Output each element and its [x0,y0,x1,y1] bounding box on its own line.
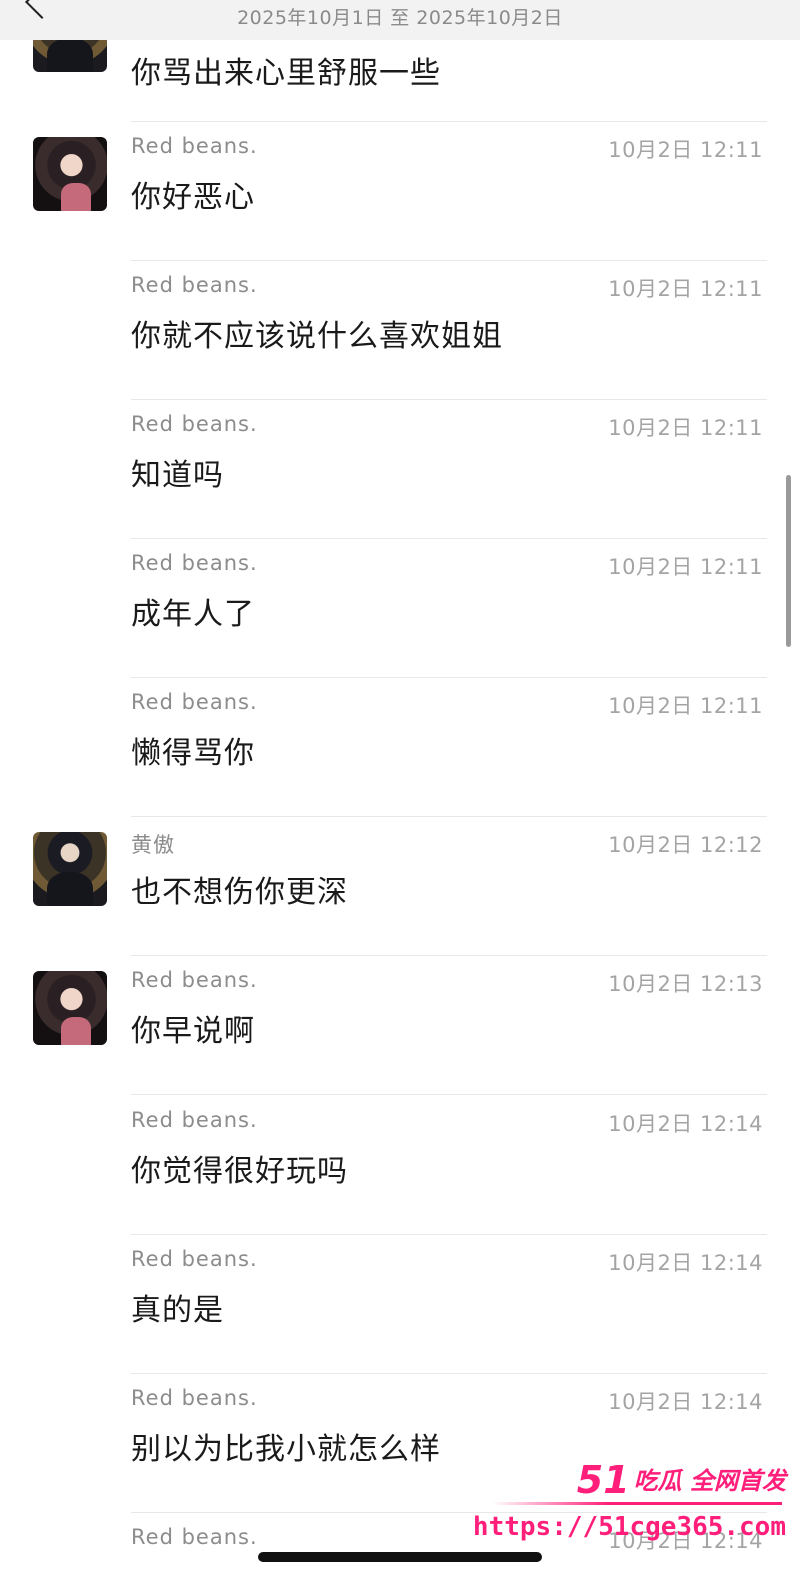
message-text: 你就不应该说什么喜欢姐姐 [131,319,503,354]
message-time: 10月2日 12:11 [608,416,763,440]
sender-name: Red beans. [131,412,258,436]
message-text: 也不想伤你更深 [131,875,348,910]
scrollbar[interactable] [786,475,791,647]
message-text: 成年人了 [131,597,255,632]
message-text: 真的是 [131,1293,224,1328]
watermark-number: 51 [576,1458,630,1502]
message-text: 你早说啊 [131,1014,255,1049]
message-time: 10月2日 12:11 [608,555,763,579]
message-text: 你骂出来心里舒服一些 [131,56,441,91]
top-bar: 2025年10月1日 至 2025年10月2日 [0,0,800,40]
watermark-url: https://51cge365.com [472,1512,786,1542]
avatar[interactable] [33,832,107,906]
watermark-tagline: 吃瓜 全网首发 [633,1467,786,1495]
watermark: 51 吃瓜 全网首发 https://51cge365.com [473,1458,792,1563]
message-item: Red beans. 10月2日 12:11 知道吗 [0,400,800,539]
message-time: 10月2日 12:14 [608,1251,763,1275]
message-item: 黄傲 10月2日 12:12 也不想伤你更深 [0,817,800,956]
message-time: 10月2日 12:11 [608,138,763,162]
sender-name: Red beans. [131,1108,258,1132]
message-text: 懒得骂你 [131,736,255,771]
message-text: 你好恶心 [131,180,255,215]
message-item: Red beans. 10月2日 12:14 真的是 [0,1235,800,1374]
message-time: 10月2日 12:14 [608,1112,763,1136]
divider [131,1094,767,1095]
message-time: 10月2日 12:13 [608,972,763,996]
message-time: 10月2日 12:11 [608,277,763,301]
date-range-label: 2025年10月1日 至 2025年10月2日 [237,7,563,29]
watermark-line [492,1502,782,1505]
message-text: 别以为比我小就怎么样 [131,1432,441,1467]
message-item: Red beans. 10月2日 12:13 你早说啊 [0,956,800,1095]
sender-name: Red beans. [131,551,258,575]
message-text: 知道吗 [131,458,224,493]
sender-name: Red beans. [131,1386,258,1410]
sender-name: Red beans. [131,690,258,714]
message-item: Red beans. 10月2日 12:11 你就不应该说什么喜欢姐姐 [0,261,800,400]
message-item: Red beans. 10月2日 12:14 你觉得很好玩吗 [0,1096,800,1235]
message-item: Red beans. 10月2日 12:11 成年人了 [0,539,800,678]
sender-name: Red beans. [131,273,258,297]
sender-name: Red beans. [131,134,258,158]
sender-name: 黄傲 [131,833,175,857]
message-time: 10月2日 12:12 [608,833,763,857]
sender-name: Red beans. [131,1247,258,1271]
message-text: 你觉得很好玩吗 [131,1154,348,1189]
message-list[interactable]: 你骂出来心里舒服一些 Red beans. 10月2日 12:11 你好恶心 R… [0,0,800,1571]
sender-name: Red beans. [131,1525,258,1549]
sender-name: Red beans. [131,968,258,992]
message-item: Red beans. 10月2日 12:11 你好恶心 [0,122,800,261]
message-time: 10月2日 12:14 [608,1390,763,1414]
message-time: 10月2日 12:11 [608,694,763,718]
watermark-brand: 51 吃瓜 全网首发 [577,1458,786,1502]
avatar[interactable] [33,137,107,211]
message-item: Red beans. 10月2日 12:11 懒得骂你 [0,678,800,817]
avatar[interactable] [33,971,107,1045]
